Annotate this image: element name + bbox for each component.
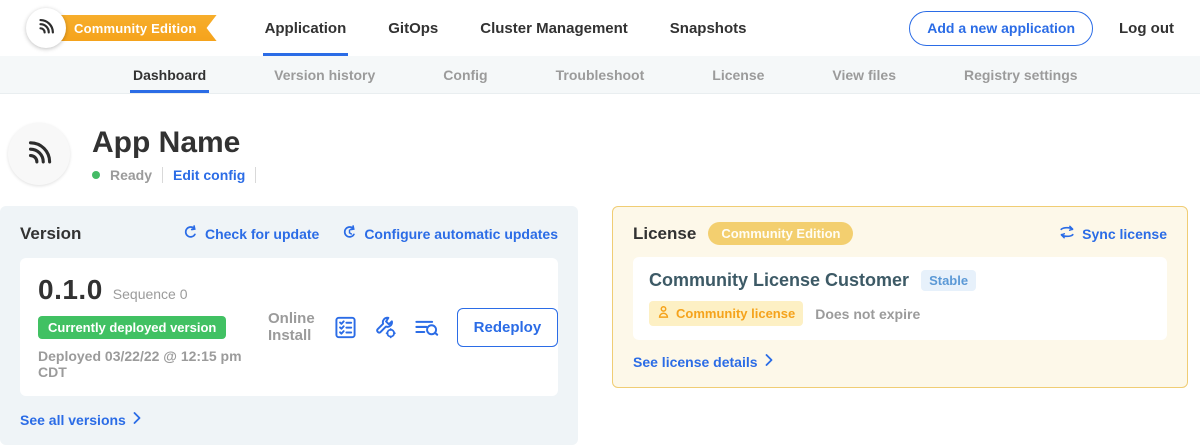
see-license-details-label: See license details bbox=[633, 354, 758, 370]
redeploy-button[interactable]: Redeploy bbox=[457, 308, 559, 347]
sync-license-link[interactable]: Sync license bbox=[1058, 224, 1167, 243]
nav-tab-label: GitOps bbox=[388, 20, 438, 37]
subnav-tab-registry-settings[interactable]: Registry settings bbox=[961, 56, 1081, 93]
license-card: License Community Edition Sync license C… bbox=[612, 206, 1188, 388]
sequence-label: Sequence 0 bbox=[113, 286, 188, 302]
divider bbox=[162, 167, 163, 183]
subnav-tab-view-files[interactable]: View files bbox=[829, 56, 899, 93]
top-header: Community Edition Application GitOps Clu… bbox=[0, 0, 1200, 56]
install-type-label: Online Install bbox=[268, 310, 315, 344]
channel-badge: Stable bbox=[921, 270, 976, 291]
subnav-tab-license[interactable]: License bbox=[709, 56, 767, 93]
community-edition-badge: Community Edition bbox=[708, 222, 853, 245]
subnav-tab-troubleshoot[interactable]: Troubleshoot bbox=[553, 56, 648, 93]
app-avatar bbox=[8, 123, 70, 185]
subnav-tab-dashboard[interactable]: Dashboard bbox=[130, 56, 209, 93]
sync-arrows-icon bbox=[1058, 224, 1076, 243]
app-subnav: Dashboard Version history Config Trouble… bbox=[0, 56, 1200, 94]
edit-config-link[interactable]: Edit config bbox=[173, 167, 245, 183]
nav-tab-gitops[interactable]: GitOps bbox=[386, 0, 440, 56]
primary-nav: Application GitOps Cluster Management Sn… bbox=[263, 0, 787, 56]
check-for-update-label: Check for update bbox=[205, 226, 319, 242]
subnav-tab-label: Troubleshoot bbox=[556, 67, 645, 83]
subnav-tab-label: View files bbox=[832, 67, 896, 83]
nav-tab-label: Cluster Management bbox=[480, 20, 628, 37]
brand-logo: Community Edition bbox=[26, 8, 217, 48]
current-version-panel: 0.1.0 Sequence 0 Currently deployed vers… bbox=[20, 258, 558, 396]
see-all-versions-link[interactable]: See all versions bbox=[20, 411, 558, 429]
logout-button[interactable]: Log out bbox=[1119, 20, 1174, 37]
view-logs-icon[interactable] bbox=[413, 315, 440, 340]
nav-tab-label: Snapshots bbox=[670, 20, 747, 37]
subnav-tab-config[interactable]: Config bbox=[440, 56, 490, 93]
edit-config-wrench-icon[interactable] bbox=[373, 315, 398, 340]
subnav-tab-label: Version history bbox=[274, 67, 375, 83]
dashboard-cards: Version Check for update bbox=[0, 206, 1200, 445]
schedule-update-icon bbox=[341, 224, 358, 244]
page-title: App Name bbox=[92, 126, 256, 159]
subnav-tab-label: Registry settings bbox=[964, 67, 1078, 83]
version-card-title: Version bbox=[20, 224, 81, 244]
preflight-checks-icon[interactable] bbox=[333, 315, 358, 340]
see-license-details-link[interactable]: See license details bbox=[633, 353, 1167, 371]
app-status-text: Ready bbox=[110, 167, 152, 183]
nav-tab-application[interactable]: Application bbox=[263, 0, 349, 56]
ready-status-dot bbox=[92, 171, 100, 179]
community-edition-ribbon: Community Edition bbox=[54, 15, 217, 41]
check-for-update-link[interactable]: Check for update bbox=[182, 224, 319, 244]
subnav-tab-label: License bbox=[712, 67, 764, 83]
customer-name: Community License Customer bbox=[649, 270, 909, 291]
version-number: 0.1.0 bbox=[38, 274, 103, 306]
license-type-label: Community license bbox=[676, 306, 795, 321]
license-details-panel: Community License Customer Stable Commun… bbox=[633, 257, 1167, 340]
sync-license-label: Sync license bbox=[1082, 226, 1167, 242]
nav-tab-snapshots[interactable]: Snapshots bbox=[668, 0, 749, 56]
license-card-title: License bbox=[633, 224, 696, 244]
nav-tab-cluster-management[interactable]: Cluster Management bbox=[478, 0, 630, 56]
divider bbox=[255, 167, 256, 183]
replicated-logo-icon bbox=[35, 15, 57, 42]
subnav-tab-label: Dashboard bbox=[133, 67, 206, 83]
currently-deployed-badge: Currently deployed version bbox=[38, 316, 226, 339]
version-card: Version Check for update bbox=[0, 206, 578, 445]
chevron-right-icon bbox=[765, 353, 773, 371]
add-new-application-button[interactable]: Add a new application bbox=[909, 11, 1093, 46]
app-header: App Name Ready Edit config bbox=[0, 94, 1200, 198]
license-expiry: Does not expire bbox=[815, 306, 920, 322]
configure-automatic-updates-label: Configure automatic updates bbox=[364, 226, 558, 242]
chevron-right-icon bbox=[133, 411, 141, 429]
nav-tab-label: Application bbox=[265, 20, 347, 37]
topbar-actions: Add a new application Log out bbox=[909, 11, 1174, 46]
see-all-versions-label: See all versions bbox=[20, 412, 126, 428]
replicated-logo-circle bbox=[26, 8, 66, 48]
community-edition-ribbon-label: Community Edition bbox=[74, 21, 197, 36]
license-type-badge: Community license bbox=[649, 301, 803, 326]
app-logo-icon bbox=[22, 135, 56, 174]
subnav-tab-label: Config bbox=[443, 67, 487, 83]
deployed-timestamp: Deployed 03/22/22 @ 12:15 pm CDT bbox=[38, 348, 268, 380]
refresh-icon bbox=[182, 224, 199, 244]
subnav-tab-version-history[interactable]: Version history bbox=[271, 56, 378, 93]
person-icon bbox=[657, 305, 670, 322]
configure-automatic-updates-link[interactable]: Configure automatic updates bbox=[341, 224, 558, 244]
